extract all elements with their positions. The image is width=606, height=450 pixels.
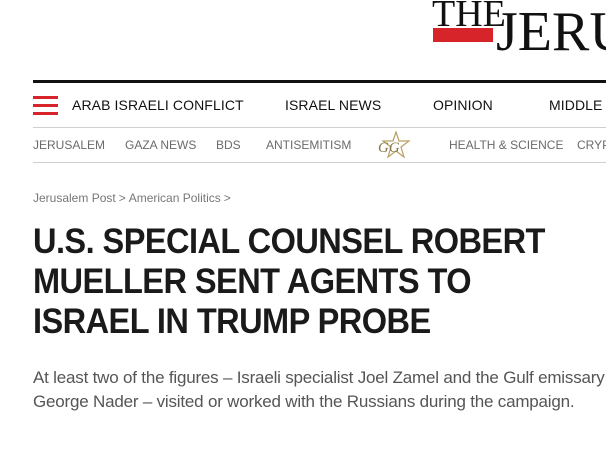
logo-red-bar xyxy=(433,28,493,42)
subnav-item-crypto[interactable]: CRYP xyxy=(577,138,606,152)
article-subtitle: At least two of the figures – Israeli sp… xyxy=(33,368,605,411)
nav-item-middle-east[interactable]: MIDDLE E xyxy=(549,97,606,113)
breadcrumb-separator: > xyxy=(118,191,126,205)
breadcrumb-separator: > xyxy=(223,191,231,205)
secondary-nav: JERUSALEM GAZA NEWS BDS ANTISEMITISM GG … xyxy=(33,128,606,163)
logo-text-large: JERU xyxy=(496,1,606,63)
subnav-item-jerusalem[interactable]: JERUSALEM xyxy=(33,138,105,152)
site-logo[interactable]: THE JERU xyxy=(432,0,606,68)
subnav-item-gaza-news[interactable]: GAZA NEWS xyxy=(125,138,196,152)
nav-item-opinion[interactable]: OPINION xyxy=(433,97,493,113)
gg-logo-icon[interactable]: GG xyxy=(373,130,419,159)
subnav-item-antisemitism[interactable]: ANTISEMITISM xyxy=(266,138,351,152)
menu-icon[interactable] xyxy=(33,96,58,115)
gg-logo-text: GG xyxy=(378,140,400,156)
subnav-item-bds[interactable]: BDS xyxy=(216,138,241,152)
article-headline: U.S. SPECIAL COUNSEL ROBERT MUELLER SENT… xyxy=(33,222,545,341)
breadcrumb-item-jerusalem-post[interactable]: Jerusalem Post xyxy=(33,191,116,205)
breadcrumb-item-american-politics[interactable]: American Politics xyxy=(129,191,221,205)
breadcrumb: Jerusalem Post > American Politics > xyxy=(33,191,234,205)
main-nav: ARAB ISRAELI CONFLICT ISRAEL NEWS OPINIO… xyxy=(33,83,606,128)
nav-item-israel-news[interactable]: ISRAEL NEWS xyxy=(285,97,381,113)
logo-graphic: THE JERU xyxy=(432,0,606,63)
nav-item-arab-israeli-conflict[interactable]: ARAB ISRAELI CONFLICT xyxy=(72,97,244,113)
subnav-item-health-science[interactable]: HEALTH & SCIENCE xyxy=(449,138,563,152)
